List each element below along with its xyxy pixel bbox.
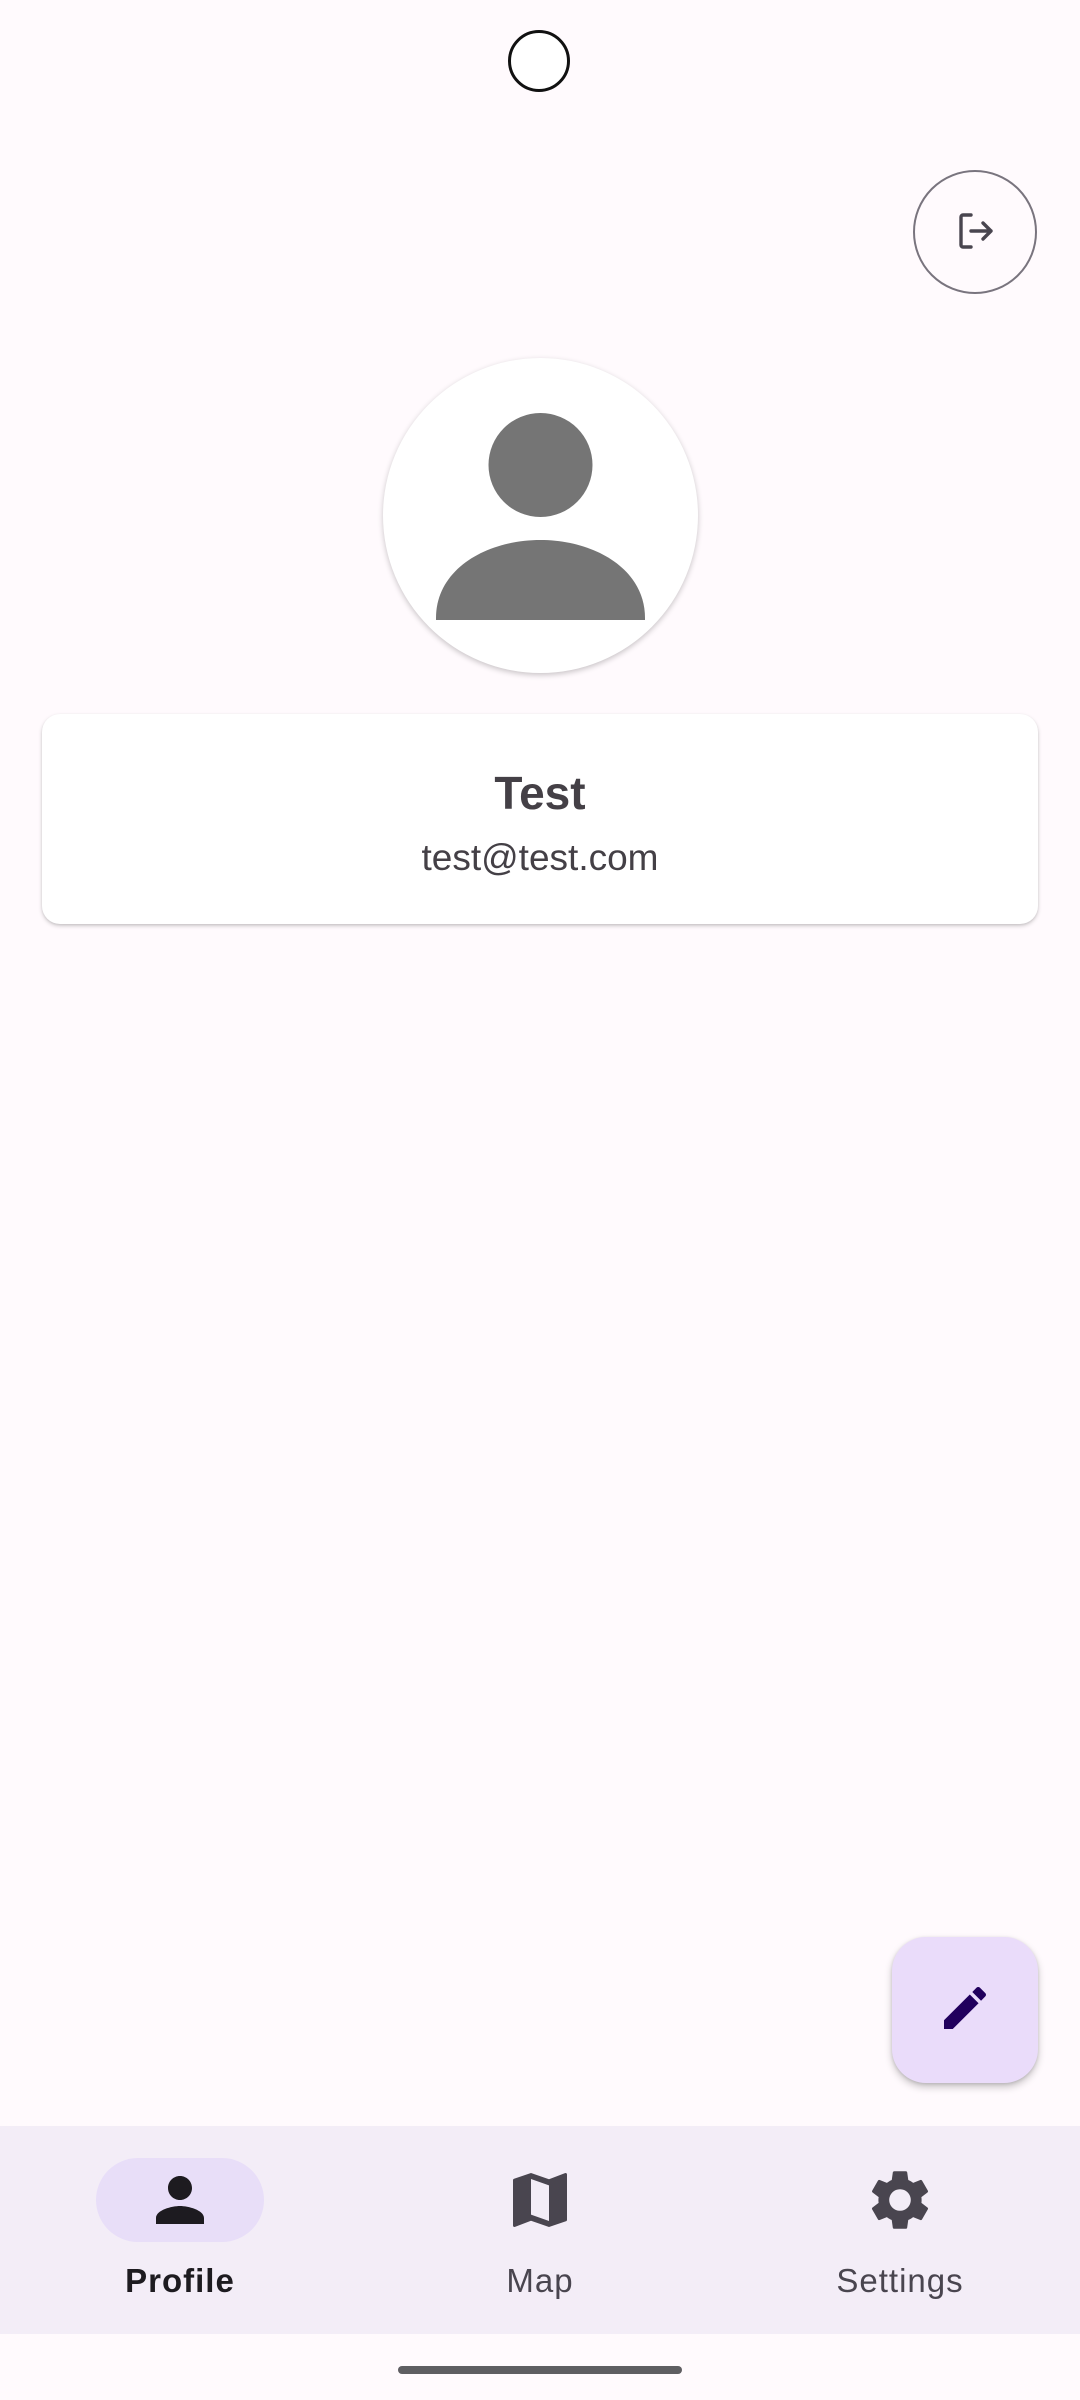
gear-icon: [864, 2164, 936, 2236]
nav-item-settings[interactable]: Settings: [720, 2126, 1080, 2334]
person-placeholder-icon: [436, 413, 645, 620]
nav-label-settings: Settings: [836, 2262, 964, 2299]
profile-name: Test: [494, 767, 586, 819]
person-icon: [144, 2164, 216, 2236]
profile-email: test@test.com: [421, 837, 659, 878]
avatar[interactable]: [383, 358, 698, 673]
nav-item-map[interactable]: Map: [360, 2126, 720, 2334]
nav-label-map: Map: [506, 2262, 574, 2299]
profile-card: Test test@test.com: [42, 714, 1038, 924]
nav-label-profile: Profile: [125, 2262, 235, 2299]
camera-cutout: [508, 30, 570, 92]
home-indicator[interactable]: [398, 2366, 682, 2374]
nav-item-profile[interactable]: Profile: [0, 2126, 360, 2334]
map-icon: [504, 2164, 576, 2236]
logout-icon: [951, 207, 999, 258]
logout-button[interactable]: [913, 170, 1037, 294]
status-bar: [0, 0, 1080, 120]
edit-profile-button[interactable]: [892, 1937, 1038, 2083]
bottom-navigation: Profile Map Settings: [0, 2126, 1080, 2334]
pencil-icon: [937, 1980, 993, 2041]
gesture-bar-area: [0, 2334, 1080, 2400]
